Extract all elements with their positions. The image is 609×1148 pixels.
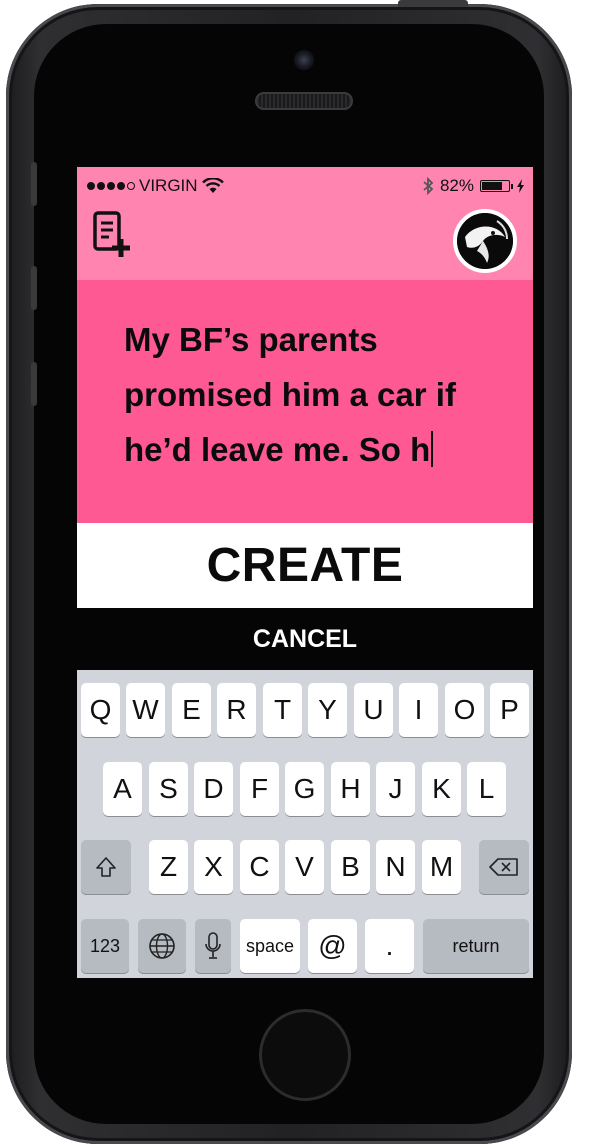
carrier-name: VIRGIN: [139, 176, 198, 195]
koi-fish-avatar-icon: [457, 213, 513, 269]
key-b[interactable]: B: [331, 840, 370, 894]
globe-icon: [149, 933, 175, 959]
key-e[interactable]: E: [172, 683, 211, 737]
post-text-content[interactable]: My BF’s parents promised him a car if he…: [124, 312, 514, 477]
status-bar: VIRGIN 82%: [77, 167, 533, 203]
return-key[interactable]: return: [423, 919, 529, 973]
mute-switch: [31, 162, 37, 206]
new-post-icon[interactable]: [93, 211, 133, 261]
key-o[interactable]: O: [445, 683, 484, 737]
microphone-icon: [205, 932, 221, 959]
key-t[interactable]: T: [263, 683, 302, 737]
key-v[interactable]: V: [285, 840, 324, 894]
front-camera: [294, 50, 314, 70]
key-s[interactable]: S: [149, 762, 188, 816]
signal-strength-icon: [87, 182, 135, 190]
dictation-key[interactable]: [195, 919, 231, 973]
battery-fill: [482, 182, 503, 190]
home-button[interactable]: [259, 1009, 351, 1101]
battery-icon: [480, 180, 513, 192]
key-z[interactable]: Z: [149, 840, 188, 894]
post-text-value: My BF’s parents promised him a car if he…: [124, 321, 456, 468]
key-j[interactable]: J: [376, 762, 415, 816]
key-a[interactable]: A: [103, 762, 142, 816]
earpiece-speaker: [255, 92, 353, 110]
key-n[interactable]: N: [376, 840, 415, 894]
key-u[interactable]: U: [354, 683, 393, 737]
backspace-icon: [489, 858, 518, 876]
charging-bolt-icon: [517, 179, 524, 193]
key-r[interactable]: R: [217, 683, 256, 737]
key-g[interactable]: G: [285, 762, 324, 816]
status-left: VIRGIN: [87, 176, 224, 196]
app-screen: VIRGIN 82% My BF’s parents promised him …: [77, 167, 533, 978]
numbers-key[interactable]: 123: [81, 919, 129, 973]
key-y[interactable]: Y: [308, 683, 347, 737]
at-key[interactable]: @: [308, 919, 357, 973]
cancel-button[interactable]: CANCEL: [77, 608, 533, 670]
key-w[interactable]: W: [126, 683, 165, 737]
bluetooth-icon: [423, 177, 434, 195]
create-button[interactable]: CREATE: [77, 523, 533, 608]
key-c[interactable]: C: [240, 840, 279, 894]
profile-avatar[interactable]: [453, 209, 517, 273]
period-key[interactable]: .: [365, 919, 414, 973]
key-p[interactable]: P: [490, 683, 529, 737]
globe-key[interactable]: [138, 919, 186, 973]
app-header: [77, 203, 533, 280]
backspace-key[interactable]: [479, 840, 529, 894]
power-button: [398, 0, 468, 7]
text-cursor: [431, 431, 434, 467]
key-m[interactable]: M: [422, 840, 461, 894]
key-l[interactable]: L: [467, 762, 506, 816]
key-h[interactable]: H: [331, 762, 370, 816]
onscreen-keyboard: Q W E R T Y U I O P A S D F G H J K L Z …: [77, 670, 533, 978]
post-text-area[interactable]: My BF’s parents promised him a car if he…: [77, 280, 533, 523]
status-right: 82%: [422, 176, 525, 196]
volume-down-button: [31, 362, 37, 406]
key-i[interactable]: I: [399, 683, 438, 737]
shift-arrow-icon: [96, 857, 116, 877]
key-d[interactable]: D: [194, 762, 233, 816]
wifi-icon: [201, 178, 224, 193]
volume-up-button: [31, 266, 37, 310]
battery-percent: 82%: [439, 176, 474, 195]
space-key[interactable]: space: [240, 919, 300, 973]
key-x[interactable]: X: [194, 840, 233, 894]
key-q[interactable]: Q: [81, 683, 120, 737]
key-k[interactable]: K: [422, 762, 461, 816]
shift-key[interactable]: [81, 840, 131, 894]
key-f[interactable]: F: [240, 762, 279, 816]
